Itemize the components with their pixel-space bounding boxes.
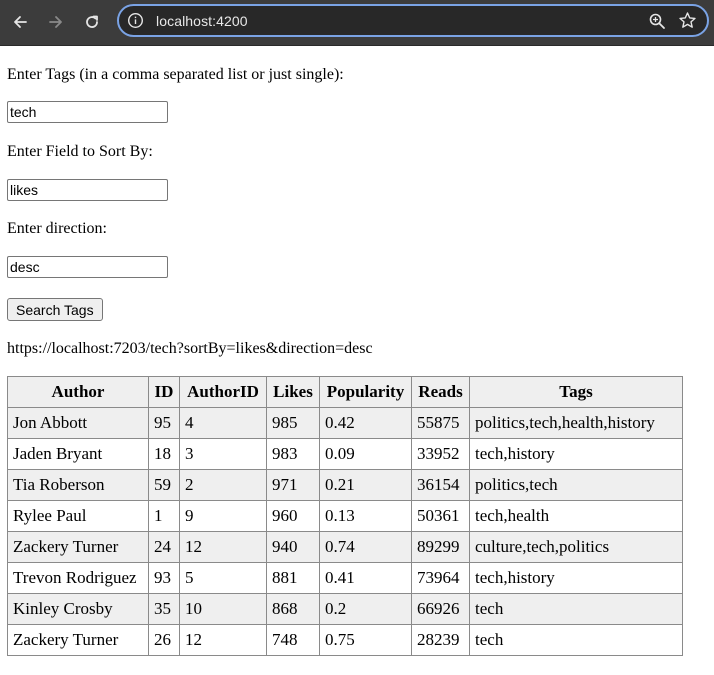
cell-reads: 73964 <box>411 562 470 594</box>
reload-icon <box>86 15 98 28</box>
cell-author-id: 9 <box>179 500 267 532</box>
cell-reads: 89299 <box>411 531 470 563</box>
browser-toolbar: localhost:4200 <box>0 0 714 46</box>
cell-id: 26 <box>148 624 180 656</box>
table-row: Jon Abbott 95 4 985 0.42 55875 politics,tech,h… <box>7 407 683 439</box>
cell-author-id: 10 <box>179 593 267 625</box>
table-body: Jon Abbott 95 4 985 0.42 55875 politics,tech,h… <box>7 407 683 656</box>
direction-label: Enter direction: <box>7 220 107 237</box>
table-row: Jaden Bryant 18 3 983 0.09 33952 tech,history <box>7 438 683 470</box>
cell-popularity: 0.2 <box>319 593 412 625</box>
cell-author-id: 4 <box>179 407 267 439</box>
cell-reads: 66926 <box>411 593 470 625</box>
cell-likes: 940 <box>266 531 320 563</box>
sort-field-input[interactable] <box>7 179 168 201</box>
cell-likes: 748 <box>266 624 320 656</box>
forward-button[interactable] <box>45 11 67 33</box>
arrow-right-icon <box>49 16 62 28</box>
column-header-popularity: Popularity <box>319 376 412 408</box>
cell-tags: tech <box>469 624 683 656</box>
table-row: Tia Roberson 59 2 971 0.21 36154 politics,tech <box>7 469 683 501</box>
cell-id: 24 <box>148 531 180 563</box>
cell-reads: 28239 <box>411 624 470 656</box>
table-row: Zackery Turner 26 12 748 0.75 28239 tech <box>7 624 683 656</box>
table-header-row: Author ID AuthorID Likes Popularity Read… <box>7 376 683 408</box>
cell-author-id: 12 <box>179 531 267 563</box>
cell-likes: 868 <box>266 593 320 625</box>
cell-reads: 33952 <box>411 438 470 470</box>
cell-tags: tech,history <box>469 562 683 594</box>
cell-author: Zackery Turner <box>7 531 149 563</box>
cell-likes: 983 <box>266 438 320 470</box>
cell-popularity: 0.13 <box>319 500 412 532</box>
table-row: Trevon Rodriguez 93 5 881 0.41 73964 tech,hist… <box>7 562 683 594</box>
results-table: Author ID AuthorID Likes Popularity Read… <box>7 376 683 656</box>
cell-reads: 50361 <box>411 500 470 532</box>
direction-input[interactable] <box>7 256 168 278</box>
cell-popularity: 0.75 <box>319 624 412 656</box>
cell-author: Rylee Paul <box>7 500 149 532</box>
column-header-likes: Likes <box>266 376 320 408</box>
cell-id: 95 <box>148 407 180 439</box>
cell-tags: culture,tech,politics <box>469 531 683 563</box>
cell-tags: tech,health <box>469 500 683 532</box>
cell-tags: tech,history <box>469 438 683 470</box>
cell-likes: 960 <box>266 500 320 532</box>
cell-id: 59 <box>148 469 180 501</box>
request-url-text: https://localhost:7203/tech?sortBy=likes… <box>7 340 373 357</box>
cell-id: 93 <box>148 562 180 594</box>
cell-author: Kinley Crosby <box>7 593 149 625</box>
cell-likes: 971 <box>266 469 320 501</box>
address-bar[interactable]: localhost:4200 <box>117 4 709 37</box>
table-row: Rylee Paul 1 9 960 0.13 50361 tech,health <box>7 500 683 532</box>
cell-likes: 881 <box>266 562 320 594</box>
table-row: Zackery Turner 24 12 940 0.74 89299 culture,te… <box>7 531 683 563</box>
cell-reads: 36154 <box>411 469 470 501</box>
table-row: Kinley Crosby 35 10 868 0.2 66926 tech <box>7 593 683 625</box>
arrow-left-icon <box>14 16 27 28</box>
cell-author: Trevon Rodriguez <box>7 562 149 594</box>
cell-author-id: 12 <box>179 624 267 656</box>
cell-author-id: 5 <box>179 562 267 594</box>
cell-popularity: 0.41 <box>319 562 412 594</box>
cell-popularity: 0.42 <box>319 407 412 439</box>
cell-id: 35 <box>148 593 180 625</box>
address-url[interactable]: localhost:4200 <box>156 13 248 29</box>
cell-popularity: 0.74 <box>319 531 412 563</box>
tags-label: Enter Tags (in a comma separated list or… <box>7 66 344 83</box>
cell-tags: politics,tech,health,history <box>469 407 683 439</box>
cell-author: Zackery Turner <box>7 624 149 656</box>
reload-button[interactable] <box>81 11 103 33</box>
cell-id: 18 <box>148 438 180 470</box>
cell-popularity: 0.09 <box>319 438 412 470</box>
column-header-reads: Reads <box>411 376 470 408</box>
cell-tags: tech <box>469 593 683 625</box>
tags-input[interactable] <box>7 101 168 123</box>
cell-author-id: 2 <box>179 469 267 501</box>
info-icon[interactable] <box>127 12 144 29</box>
cell-reads: 55875 <box>411 407 470 439</box>
cell-author: Jon Abbott <box>7 407 149 439</box>
back-button[interactable] <box>9 11 31 33</box>
cell-author: Jaden Bryant <box>7 438 149 470</box>
cell-tags: politics,tech <box>469 469 683 501</box>
column-header-tags: Tags <box>469 376 683 408</box>
cell-likes: 985 <box>266 407 320 439</box>
cell-author: Tia Roberson <box>7 469 149 501</box>
cell-popularity: 0.21 <box>319 469 412 501</box>
column-header-author: Author <box>7 376 149 408</box>
zoom-icon[interactable] <box>648 12 666 30</box>
bookmark-star-icon[interactable] <box>678 11 697 30</box>
cell-author-id: 3 <box>179 438 267 470</box>
cell-id: 1 <box>148 500 180 532</box>
search-tags-button[interactable]: Search Tags <box>7 298 103 321</box>
sort-field-label: Enter Field to Sort By: <box>7 143 153 160</box>
column-header-id: ID <box>148 376 180 408</box>
column-header-authorid: AuthorID <box>179 376 267 408</box>
